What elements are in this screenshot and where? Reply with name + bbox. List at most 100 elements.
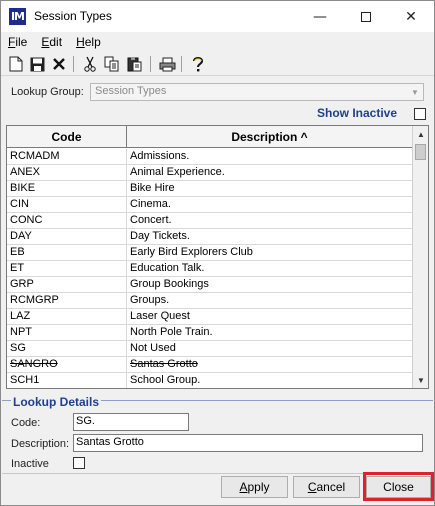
cell-code: CONC bbox=[7, 213, 127, 228]
cell-code: LAZ bbox=[7, 309, 127, 324]
table-row[interactable]: CIN Cinema. bbox=[7, 197, 412, 213]
chevron-down-icon: ▼ bbox=[411, 87, 419, 97]
minimize-icon: — bbox=[313, 8, 327, 25]
cell-description: Not Used bbox=[130, 342, 176, 354]
copy-icon bbox=[104, 56, 119, 72]
apply-mnemonic: A bbox=[239, 480, 248, 494]
cell-code: ET bbox=[7, 261, 127, 276]
new-button[interactable] bbox=[7, 55, 25, 73]
session-types-table: Code Description ^ RCMADM Admissions. ANEX… bbox=[6, 125, 429, 389]
menu-help[interactable]: Help bbox=[69, 35, 108, 49]
cell-code: RCMGRP bbox=[7, 293, 127, 308]
description-field[interactable]: Santas Grotto bbox=[73, 434, 423, 452]
lookup-details-title: Lookup Details bbox=[11, 395, 102, 409]
vertical-scrollbar[interactable]: ▲ ▼ bbox=[412, 126, 428, 388]
table-row[interactable]: RCMADM Admissions. bbox=[7, 149, 412, 165]
new-icon bbox=[9, 56, 23, 72]
delete-button[interactable] bbox=[50, 55, 68, 73]
cell-code: ANEX bbox=[7, 165, 127, 180]
minimize-button[interactable]: — bbox=[297, 1, 343, 32]
cell-description: Early Bird Explorers Club bbox=[130, 246, 253, 258]
table-row[interactable]: DAY Day Tickets. bbox=[7, 229, 412, 245]
description-label: Description: bbox=[11, 438, 70, 450]
cell-description: Concert. bbox=[130, 214, 172, 226]
table-header: Code Description ^ bbox=[7, 126, 412, 148]
table-row[interactable]: BIKE Bike Hire bbox=[7, 181, 412, 197]
cancel-mnemonic: C bbox=[307, 480, 317, 494]
cell-description: Group Bookings bbox=[130, 278, 209, 290]
cell-code: RCMADM bbox=[7, 149, 127, 164]
table-row[interactable]: SCH1 School Group. bbox=[7, 373, 412, 388]
save-button[interactable] bbox=[28, 55, 46, 73]
toolbar-separator bbox=[150, 56, 151, 72]
cell-code: NPT bbox=[7, 325, 127, 340]
menu-file-label: ile bbox=[15, 35, 28, 49]
show-inactive-label: Show Inactive bbox=[317, 106, 398, 120]
copy-button[interactable] bbox=[103, 55, 121, 73]
table-row[interactable]: SG Not Used bbox=[7, 341, 412, 357]
lookup-group-select[interactable]: Session Types ▼ bbox=[90, 83, 424, 101]
toolbar-separator bbox=[73, 56, 74, 72]
toolbar bbox=[1, 52, 434, 76]
scroll-up-icon[interactable]: ▲ bbox=[413, 126, 428, 142]
help-icon bbox=[193, 57, 204, 72]
maximize-button[interactable] bbox=[343, 1, 389, 32]
lookup-group-label: Lookup Group: bbox=[11, 86, 84, 98]
cell-description: Animal Experience. bbox=[130, 166, 225, 178]
cell-description: Cinema. bbox=[130, 198, 171, 210]
delete-icon bbox=[53, 58, 65, 70]
table-row[interactable]: CONC Concert. bbox=[7, 213, 412, 229]
menu-file[interactable]: File bbox=[1, 35, 34, 49]
table-row[interactable]: ANEX Animal Experience. bbox=[7, 165, 412, 181]
window-close-button[interactable]: ✕ bbox=[388, 1, 434, 32]
menu-edit[interactable]: Edit bbox=[34, 35, 69, 49]
paste-button[interactable] bbox=[126, 55, 144, 73]
cell-code: SCH1 bbox=[7, 373, 127, 388]
cell-code: BIKE bbox=[7, 181, 127, 196]
close-button-highlight bbox=[363, 472, 434, 501]
cell-code: DAY bbox=[7, 229, 127, 244]
table-row[interactable]: GRP Group Bookings bbox=[7, 277, 412, 293]
paste-icon bbox=[127, 57, 142, 72]
title-bar: IM Session Types — ✕ bbox=[1, 1, 434, 32]
cell-description: North Pole Train. bbox=[130, 326, 213, 338]
print-button[interactable] bbox=[158, 55, 176, 73]
cancel-button[interactable]: Cancel bbox=[293, 476, 360, 498]
column-header-description[interactable]: Description ^ bbox=[127, 126, 412, 148]
cell-code: GRP bbox=[7, 277, 127, 292]
menu-help-mnemonic: H bbox=[76, 35, 85, 49]
table-row[interactable]: NPT North Pole Train. bbox=[7, 325, 412, 341]
window-title: Session Types bbox=[34, 9, 112, 23]
cut-button[interactable] bbox=[81, 55, 99, 73]
column-header-code[interactable]: Code bbox=[7, 126, 127, 148]
table-row[interactable]: ET Education Talk. bbox=[7, 261, 412, 277]
apply-label: pply bbox=[247, 480, 270, 494]
cell-description: Admissions. bbox=[130, 150, 190, 162]
table-row[interactable]: SANGRO Santas Grotto bbox=[7, 357, 412, 373]
cell-code: EB bbox=[7, 245, 127, 260]
inactive-checkbox[interactable] bbox=[73, 457, 85, 469]
code-field[interactable]: SG. bbox=[73, 413, 189, 431]
code-label: Code: bbox=[11, 417, 41, 429]
cell-code: SANGRO bbox=[7, 357, 127, 372]
lookup-group-value: Session Types bbox=[95, 85, 167, 97]
cell-description: Groups. bbox=[130, 294, 170, 306]
cell-code: CIN bbox=[7, 197, 127, 212]
table-row[interactable]: LAZ Laser Quest bbox=[7, 309, 412, 325]
print-icon bbox=[159, 57, 175, 71]
show-inactive-checkbox[interactable] bbox=[414, 108, 426, 120]
table-row[interactable]: EB Early Bird Explorers Club bbox=[7, 245, 412, 261]
cell-description: Laser Quest bbox=[130, 310, 190, 322]
maximize-icon bbox=[361, 11, 371, 22]
help-button[interactable] bbox=[189, 55, 207, 73]
inactive-label: Inactive bbox=[11, 458, 49, 470]
cell-description: Day Tickets. bbox=[130, 230, 190, 242]
scroll-thumb[interactable] bbox=[415, 144, 426, 160]
cell-description: School Group. bbox=[130, 374, 201, 386]
table-row[interactable]: RCMGRP Groups. bbox=[7, 293, 412, 309]
apply-button[interactable]: Apply bbox=[221, 476, 288, 498]
cell-description: Bike Hire bbox=[130, 182, 175, 194]
cancel-label: ancel bbox=[316, 480, 346, 494]
scroll-down-icon[interactable]: ▼ bbox=[413, 372, 428, 388]
session-types-window: IM Session Types — ✕ File Edit Help Look… bbox=[0, 0, 435, 506]
